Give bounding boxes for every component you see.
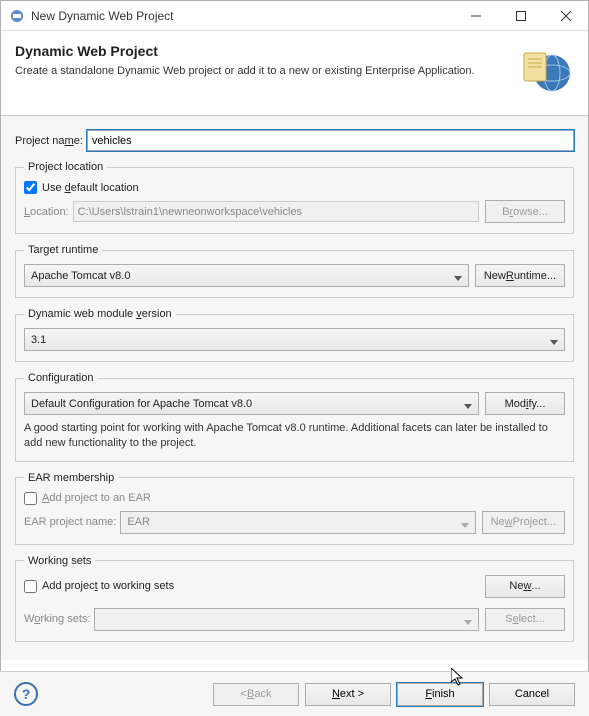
use-default-checkbox-input[interactable] xyxy=(24,181,37,194)
module-version-group: Dynamic web module version 3.1 xyxy=(15,308,574,362)
titlebar: New Dynamic Web Project xyxy=(1,1,588,31)
use-default-location-checkbox[interactable]: Use default location xyxy=(24,181,565,194)
configuration-legend: Configuration xyxy=(24,372,97,384)
working-sets-group: Working sets Add project to working sets… xyxy=(15,555,574,642)
chevron-down-icon xyxy=(464,617,472,629)
chevron-down-icon xyxy=(550,337,558,349)
next-button[interactable]: Next > xyxy=(305,683,391,706)
configuration-select[interactable]: Default Configuration for Apache Tomcat … xyxy=(24,392,479,415)
working-sets-label: Working sets: xyxy=(24,613,90,625)
ear-name-value: EAR xyxy=(127,516,150,528)
project-name-input[interactable] xyxy=(87,130,574,151)
modify-button[interactable]: Modify... xyxy=(485,392,565,415)
module-version-value: 3.1 xyxy=(31,334,46,346)
target-runtime-select[interactable]: Apache Tomcat v8.0 xyxy=(24,264,469,287)
project-location-legend: Project location xyxy=(24,161,107,173)
chevron-down-icon xyxy=(461,520,469,532)
chevron-down-icon xyxy=(454,273,462,285)
project-name-row: Project name: xyxy=(15,130,574,151)
close-button[interactable] xyxy=(543,1,588,30)
ear-name-select: EAR xyxy=(120,511,475,534)
project-location-group: Project location Use default location Lo… xyxy=(15,161,574,234)
footer: ? < Back Next > Finish Cancel xyxy=(0,671,589,716)
back-button: < Back xyxy=(213,683,299,706)
module-version-legend: Dynamic web module version xyxy=(24,308,176,320)
app-icon xyxy=(9,8,25,24)
new-working-set-button[interactable]: New... xyxy=(485,575,565,598)
banner-desc: Create a standalone Dynamic Web project … xyxy=(15,65,510,77)
browse-button: Browse... xyxy=(485,200,565,223)
ear-legend: EAR membership xyxy=(24,472,118,484)
new-runtime-button[interactable]: New Runtime... xyxy=(475,264,565,287)
configuration-desc: A good starting point for working with A… xyxy=(24,421,565,451)
banner-title: Dynamic Web Project xyxy=(15,43,510,59)
chevron-down-icon xyxy=(464,401,472,413)
ear-name-label: EAR project name: xyxy=(24,516,116,528)
maximize-button[interactable] xyxy=(498,1,543,30)
target-runtime-group: Target runtime Apache Tomcat v8.0 New Ru… xyxy=(15,244,574,298)
add-to-working-sets-input[interactable] xyxy=(24,580,37,593)
configuration-group: Configuration Default Configuration for … xyxy=(15,372,574,462)
minimize-button[interactable] xyxy=(453,1,498,30)
module-version-select[interactable]: 3.1 xyxy=(24,328,565,351)
working-sets-legend: Working sets xyxy=(24,555,95,567)
location-label: Location: xyxy=(24,206,69,218)
finish-button[interactable]: Finish xyxy=(397,683,483,706)
project-name-label: Project name: xyxy=(15,135,83,147)
working-sets-select xyxy=(94,608,479,631)
select-working-sets-button: Select... xyxy=(485,608,565,631)
banner-icon xyxy=(518,43,574,99)
configuration-value: Default Configuration for Apache Tomcat … xyxy=(31,398,252,410)
content: Project name: Project location Use defau… xyxy=(1,116,588,660)
add-to-ear-label: Add project to an EAR xyxy=(42,492,151,504)
banner: Dynamic Web Project Create a standalone … xyxy=(1,31,588,116)
ear-group: EAR membership Add project to an EAR EAR… xyxy=(15,472,574,545)
location-input xyxy=(73,201,479,222)
target-runtime-legend: Target runtime xyxy=(24,244,102,256)
add-to-working-sets-checkbox[interactable]: Add project to working sets xyxy=(24,580,479,593)
use-default-label: Use default location xyxy=(42,182,139,194)
add-to-ear-checkbox[interactable]: Add project to an EAR xyxy=(24,492,565,505)
help-button[interactable]: ? xyxy=(14,682,38,706)
new-ear-project-button: New Project... xyxy=(482,511,565,534)
window-title: New Dynamic Web Project xyxy=(31,9,453,23)
add-to-ear-input[interactable] xyxy=(24,492,37,505)
add-to-working-sets-label: Add project to working sets xyxy=(42,580,174,592)
target-runtime-value: Apache Tomcat v8.0 xyxy=(31,270,130,282)
cancel-button[interactable]: Cancel xyxy=(489,683,575,706)
